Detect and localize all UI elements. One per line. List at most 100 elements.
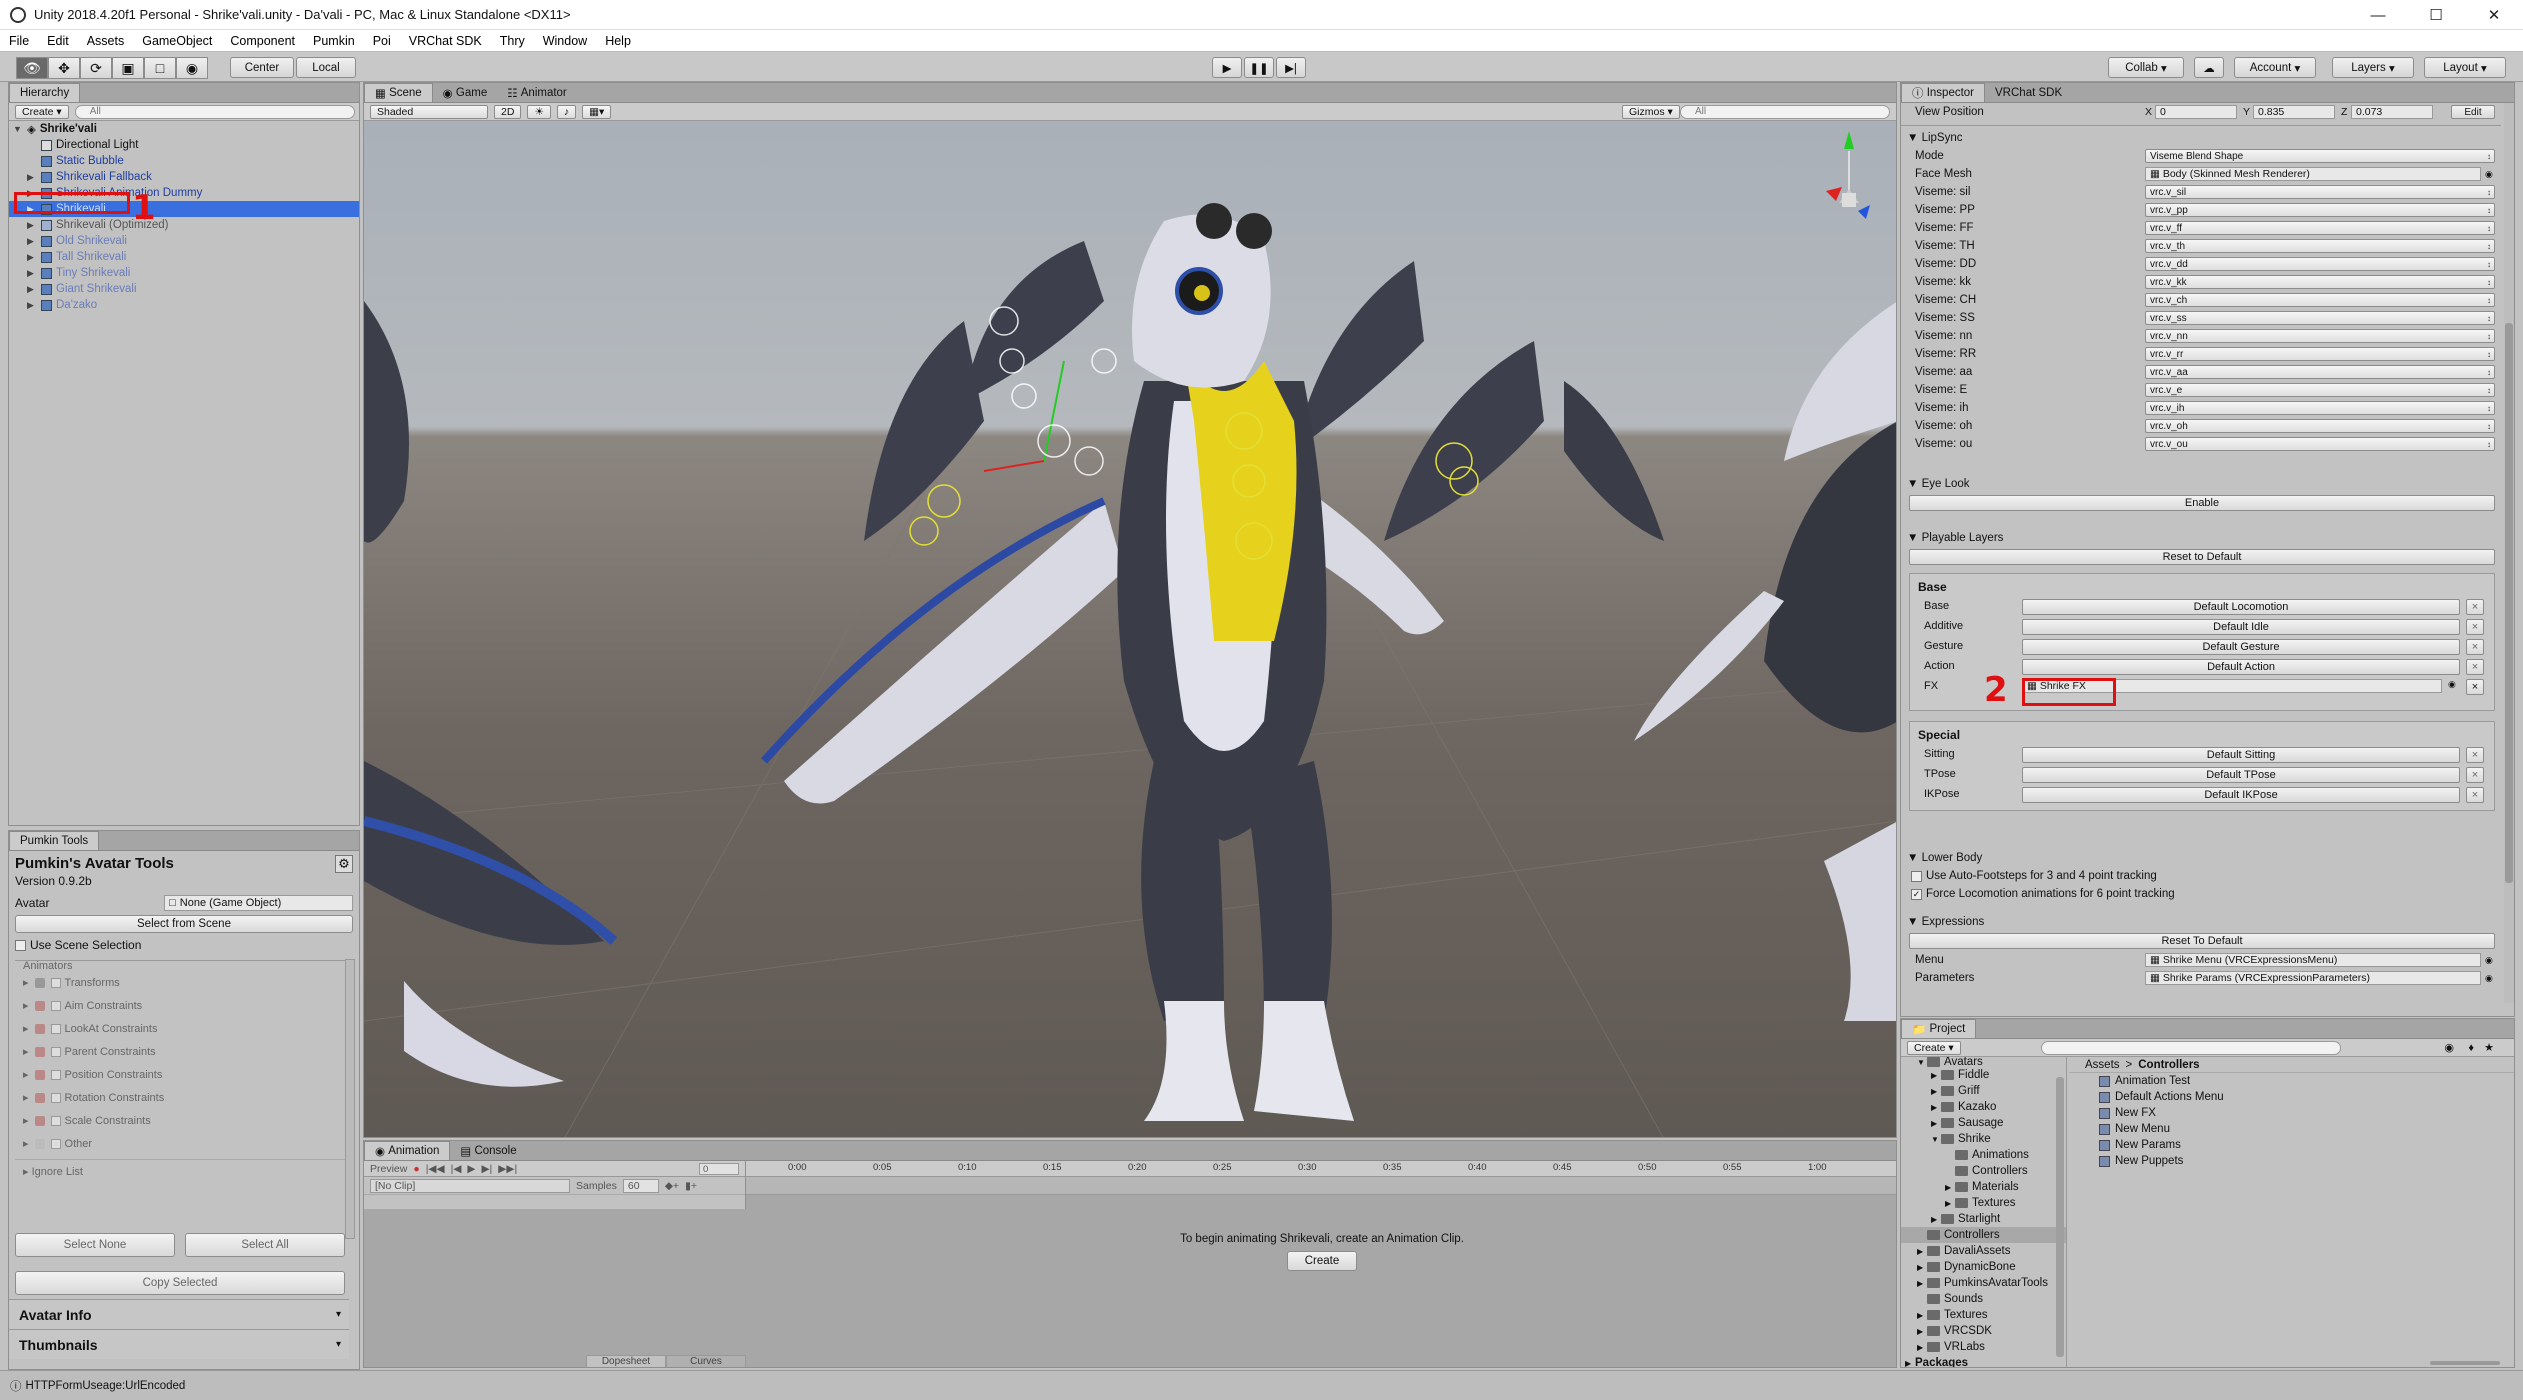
viseme-dropdown[interactable]: vrc.v_aa	[2145, 365, 2495, 379]
menu-window[interactable]: Window	[534, 34, 596, 48]
chevron-right-icon[interactable]: ▶	[27, 300, 41, 311]
avatar-object-field[interactable]: □ None (Game Object)	[164, 895, 353, 911]
packages-folder[interactable]: ▶ Packages	[1901, 1355, 2066, 1367]
minimize-icon[interactable]: —	[2349, 0, 2407, 30]
expressions-menu-field[interactable]: ▦ Shrike Menu (VRCExpressionsMenu)	[2145, 953, 2481, 967]
project-search-input[interactable]	[2041, 1040, 2341, 1055]
folder-item[interactable]: ▶ DynamicBone	[1901, 1259, 2066, 1275]
folder-item[interactable]: ▼ Shrike	[1901, 1131, 2066, 1147]
close-icon[interactable]: ✕	[2465, 0, 2523, 30]
sitting-layer-button[interactable]: Default Sitting	[2022, 747, 2460, 763]
lighting-toggle-icon[interactable]: ☀	[527, 104, 551, 119]
copy-option-aim-constraints[interactable]: ▸ Aim Constraints	[15, 994, 345, 1017]
select-all-button[interactable]: Select All	[185, 1233, 345, 1257]
chevron-right-icon[interactable]: ▶	[27, 172, 41, 183]
hierarchy-search-input[interactable]: All	[74, 104, 355, 119]
transform-tool-icon[interactable]: ◉	[176, 57, 208, 79]
tpose-layer-button[interactable]: Default TPose	[2022, 767, 2460, 783]
view-position-edit-button[interactable]: Edit	[2451, 105, 2495, 119]
auto-footsteps-checkbox[interactable]	[1911, 870, 1922, 882]
viseme-dropdown[interactable]: vrc.v_oh	[2145, 419, 2495, 433]
checkbox[interactable]	[50, 1115, 61, 1126]
hierarchy-item[interactable]: ▶ Giant Shrikevali	[9, 281, 359, 297]
expressions-foldout[interactable]: ▼ Expressions	[1901, 913, 2501, 931]
folder-item[interactable]: Controllers	[1901, 1163, 2066, 1179]
menu-component[interactable]: Component	[221, 34, 304, 48]
folder-item[interactable]: ▶ Kazako	[1901, 1099, 2066, 1115]
copy-option-lookat-constraints[interactable]: ▸ LookAt Constraints	[15, 1017, 345, 1040]
layout-button[interactable]: Layout ▾	[2424, 57, 2506, 78]
copy-option-parent-constraints[interactable]: ▸ Parent Constraints	[15, 1040, 345, 1063]
menu-gameobject[interactable]: GameObject	[133, 34, 221, 48]
force-locomotion-checkbox[interactable]: ✓	[1911, 888, 1922, 900]
remove-icon[interactable]: ×	[2466, 747, 2484, 763]
menu-help[interactable]: Help	[596, 34, 640, 48]
hierarchy-item[interactable]: ▶ Tall Shrikevali	[9, 249, 359, 265]
ignore-list-foldout[interactable]: ▸ Ignore List	[15, 1160, 345, 1183]
pumkin-scrollbar[interactable]	[345, 959, 355, 1239]
expressions-reset-button[interactable]: Reset To Default	[1909, 933, 2495, 949]
hierarchy-item[interactable]: ▶ Old Shrikevali	[9, 233, 359, 249]
clip-dropdown[interactable]: [No Clip]	[370, 1178, 570, 1193]
checkbox[interactable]	[50, 1023, 61, 1034]
last-keyframe-icon[interactable]: ▶▶|	[498, 1163, 517, 1175]
scene-search-input[interactable]: All	[1680, 104, 1890, 119]
inspector-scrollbar[interactable]	[2504, 103, 2514, 1003]
folder-item[interactable]: ▶ Materials	[1901, 1179, 2066, 1195]
playable-layers-reset-button[interactable]: Reset to Default	[1909, 549, 2495, 565]
select-from-scene-button[interactable]: Select from Scene	[15, 915, 353, 933]
folder-item[interactable]: ▶ VRLabs	[1901, 1339, 2066, 1355]
select-none-button[interactable]: Select None	[15, 1233, 175, 1257]
asset-item[interactable]: New Puppets	[2069, 1153, 2514, 1169]
folder-item[interactable]: ▶ Textures	[1901, 1195, 2066, 1211]
play-button[interactable]: ▶	[1212, 57, 1242, 78]
viseme-dropdown[interactable]: vrc.v_th	[2145, 239, 2495, 253]
tab-console[interactable]: ▤ Console	[450, 1141, 526, 1160]
scene-viewport[interactable]	[364, 121, 1896, 1137]
cloud-icon[interactable]: ☁	[2194, 57, 2224, 78]
rect-tool-icon[interactable]: □	[144, 57, 176, 79]
account-button[interactable]: Account ▾	[2234, 57, 2316, 78]
checkbox[interactable]	[50, 977, 61, 988]
folder-item[interactable]: Animations	[1901, 1147, 2066, 1163]
pause-button[interactable]: ❚❚	[1244, 57, 1274, 78]
object-picker-icon[interactable]: ◉	[2485, 973, 2493, 984]
viseme-dropdown[interactable]: vrc.v_ih	[2145, 401, 2495, 415]
prev-keyframe-icon[interactable]: |◀	[451, 1163, 462, 1175]
maximize-icon[interactable]: ☐	[2407, 0, 2465, 30]
menu-pumkin[interactable]: Pumkin	[304, 34, 364, 48]
chevron-down-icon[interactable]: ▼	[13, 124, 27, 134]
ikpose-layer-button[interactable]: Default IKPose	[2022, 787, 2460, 803]
object-picker-icon[interactable]: ◉	[2448, 679, 2456, 690]
pivot-local-button[interactable]: Local	[296, 57, 356, 78]
tree-scrollbar[interactable]	[2056, 1077, 2064, 1357]
2d-toggle[interactable]: 2D	[494, 104, 522, 119]
viseme-dropdown[interactable]: vrc.v_ff	[2145, 221, 2495, 235]
collab-button[interactable]: Collab ▾	[2108, 57, 2184, 78]
object-picker-icon[interactable]: ◉	[2485, 955, 2493, 966]
asset-item[interactable]: New Menu	[2069, 1121, 2514, 1137]
folder-item[interactable]: ▶ Sausage	[1901, 1115, 2066, 1131]
dopesheet-tab[interactable]: Dopesheet	[586, 1355, 666, 1367]
object-picker-icon[interactable]: ◉	[2485, 169, 2493, 180]
filter-label-icon[interactable]: ♦	[2468, 1042, 2474, 1054]
tab-vrchat-sdk[interactable]: VRChat SDK	[1985, 83, 2072, 102]
layers-button[interactable]: Layers ▾	[2332, 57, 2414, 78]
checkbox[interactable]	[50, 1000, 61, 1011]
event-lane[interactable]	[746, 1177, 1896, 1195]
eye-look-foldout[interactable]: ▼ Eye Look	[1901, 475, 2501, 493]
copy-selected-button[interactable]: Copy Selected	[15, 1271, 345, 1295]
checkbox[interactable]	[50, 1046, 61, 1057]
view-position-z[interactable]: 0.073	[2351, 105, 2433, 119]
lower-body-foldout[interactable]: ▼ Lower Body	[1901, 849, 2501, 867]
viseme-dropdown[interactable]: vrc.v_pp	[2145, 203, 2495, 217]
chevron-right-icon[interactable]: ▶	[27, 252, 41, 263]
viseme-dropdown[interactable]: vrc.v_ss	[2145, 311, 2495, 325]
menu-poi[interactable]: Poi	[364, 34, 400, 48]
expressions-parameters-field[interactable]: ▦ Shrike Params (VRCExpressionParameters…	[2145, 971, 2481, 985]
viseme-dropdown[interactable]: vrc.v_dd	[2145, 257, 2495, 271]
filter-type-icon[interactable]: ◉	[2444, 1041, 2454, 1054]
viseme-dropdown[interactable]: vrc.v_sil	[2145, 185, 2495, 199]
hierarchy-item[interactable]: ▶ Tiny Shrikevali	[9, 265, 359, 281]
tab-project[interactable]: 📁 Project	[1901, 1019, 1977, 1038]
